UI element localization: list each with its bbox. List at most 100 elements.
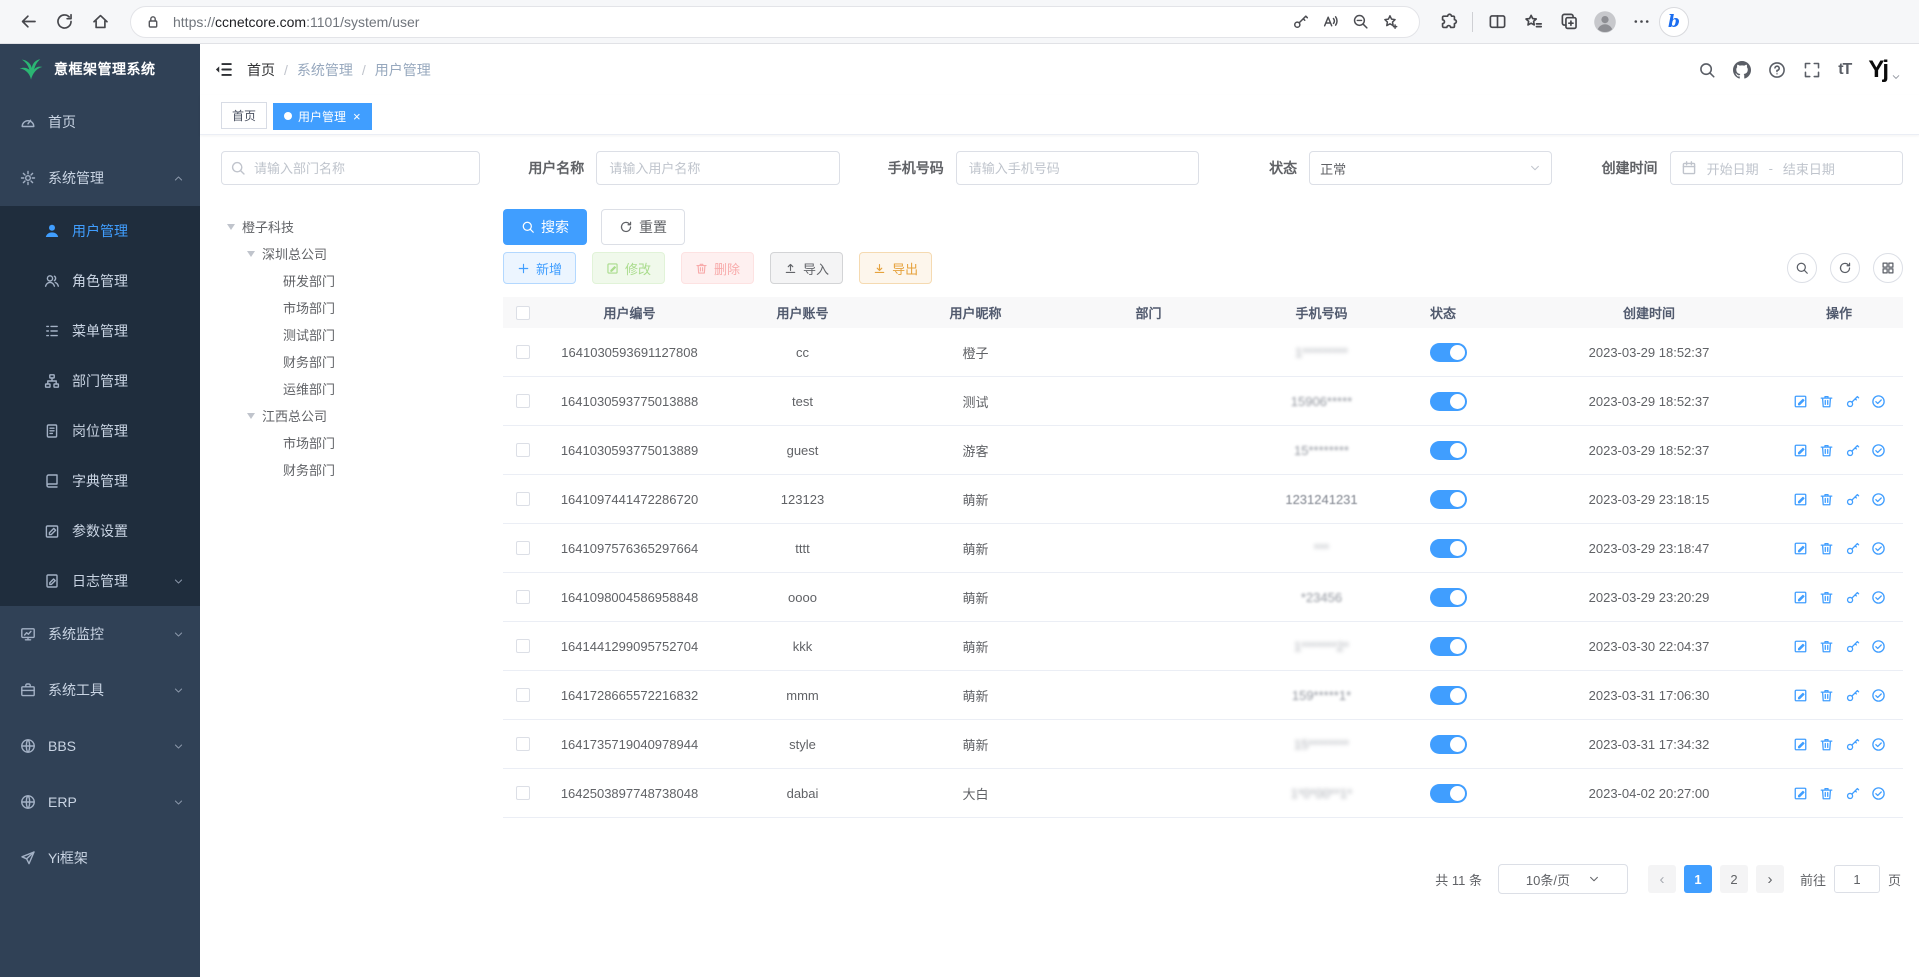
row-checkbox[interactable] xyxy=(516,786,530,800)
status-toggle[interactable] xyxy=(1430,735,1467,754)
reset-button[interactable]: 重置 xyxy=(601,209,685,245)
mod-button[interactable]: 修改 xyxy=(592,252,665,284)
del-button[interactable]: 删除 xyxy=(681,252,754,284)
status-toggle[interactable] xyxy=(1430,588,1467,607)
sidebar-item-系统工具[interactable]: 系统工具 xyxy=(0,662,200,718)
status-toggle[interactable] xyxy=(1430,784,1467,803)
sidebar-item-BBS[interactable]: BBS xyxy=(0,718,200,774)
password-key-icon[interactable] xyxy=(1285,7,1315,37)
tree-node-财务部门[interactable]: 财务部门 xyxy=(221,456,481,483)
favorite-add-icon[interactable] xyxy=(1375,7,1405,37)
edit-user-icon[interactable] xyxy=(1793,590,1808,605)
url-text[interactable]: https://ccnetcore.com:1101/system/user xyxy=(173,14,1285,30)
delete-user-icon[interactable] xyxy=(1819,737,1834,752)
tab-首页[interactable]: 首页 xyxy=(221,102,267,129)
sidebar-item-参数设置[interactable]: 参数设置 xyxy=(0,506,200,556)
row-checkbox[interactable] xyxy=(516,541,530,555)
delete-user-icon[interactable] xyxy=(1819,541,1834,556)
sidebar-item-系统管理[interactable]: 系统管理 xyxy=(0,150,200,206)
add-button[interactable]: 新增 xyxy=(503,252,576,284)
tree-node-研发部门[interactable]: 研发部门 xyxy=(221,267,481,294)
select-all-checkbox[interactable] xyxy=(516,306,530,320)
delete-user-icon[interactable] xyxy=(1819,492,1834,507)
zoom-out-icon[interactable] xyxy=(1345,7,1375,37)
status-toggle[interactable] xyxy=(1430,441,1467,460)
search-icon[interactable] xyxy=(1698,61,1716,79)
prev-page-button[interactable]: ‹ xyxy=(1648,865,1676,893)
tab-用户管理[interactable]: 用户管理× xyxy=(273,103,372,130)
delete-user-icon[interactable] xyxy=(1819,688,1834,703)
row-checkbox[interactable] xyxy=(516,345,530,359)
tree-node-市场部门[interactable]: 市场部门 xyxy=(221,294,481,321)
tree-node-深圳总公司[interactable]: 深圳总公司 xyxy=(221,240,481,267)
row-checkbox[interactable] xyxy=(516,443,530,457)
edit-user-icon[interactable] xyxy=(1793,541,1808,556)
edit-user-icon[interactable] xyxy=(1793,443,1808,458)
tree-expand-caret-icon[interactable] xyxy=(247,413,255,419)
status-toggle[interactable] xyxy=(1430,490,1467,509)
edit-user-icon[interactable] xyxy=(1793,737,1808,752)
search-tool-icon[interactable] xyxy=(1787,253,1817,283)
reset-password-icon[interactable] xyxy=(1845,394,1860,409)
sidebar-item-首页[interactable]: 首页 xyxy=(0,94,200,150)
sidebar-item-字典管理[interactable]: 字典管理 xyxy=(0,456,200,506)
edit-user-icon[interactable] xyxy=(1793,639,1808,654)
extensions-icon[interactable] xyxy=(1430,4,1466,40)
github-icon[interactable] xyxy=(1733,61,1751,79)
phone-input[interactable] xyxy=(956,151,1199,185)
sidebar-item-Yi框架[interactable]: Yi框架 xyxy=(0,830,200,886)
page-button-1[interactable]: 1 xyxy=(1684,865,1712,893)
tree-node-市场部门[interactable]: 市场部门 xyxy=(221,429,481,456)
font-size-icon[interactable]: tT xyxy=(1838,61,1851,79)
edit-user-icon[interactable] xyxy=(1793,394,1808,409)
sidebar-item-部门管理[interactable]: 部门管理 xyxy=(0,356,200,406)
assign-role-icon[interactable] xyxy=(1871,737,1886,752)
delete-user-icon[interactable] xyxy=(1819,394,1834,409)
dept-search-input[interactable] xyxy=(221,151,480,185)
row-checkbox[interactable] xyxy=(516,394,530,408)
reset-password-icon[interactable] xyxy=(1845,590,1860,605)
menu-fold-icon[interactable] xyxy=(214,60,233,79)
tree-node-测试部门[interactable]: 测试部门 xyxy=(221,321,481,348)
reset-password-icon[interactable] xyxy=(1845,737,1860,752)
back-icon[interactable] xyxy=(10,4,46,40)
page-size-select[interactable]: 10条/页 xyxy=(1498,864,1628,894)
reset-password-icon[interactable] xyxy=(1845,541,1860,556)
edit-user-icon[interactable] xyxy=(1793,688,1808,703)
lock-icon[interactable] xyxy=(145,14,161,30)
read-aloud-icon[interactable] xyxy=(1315,7,1345,37)
status-toggle[interactable] xyxy=(1430,392,1467,411)
row-checkbox[interactable] xyxy=(516,737,530,751)
edit-user-icon[interactable] xyxy=(1793,786,1808,801)
reset-password-icon[interactable] xyxy=(1845,443,1860,458)
page-button-2[interactable]: 2 xyxy=(1720,865,1748,893)
sidebar-item-岗位管理[interactable]: 岗位管理 xyxy=(0,406,200,456)
row-checkbox[interactable] xyxy=(516,639,530,653)
split-screen-icon[interactable] xyxy=(1479,4,1515,40)
tree-node-运维部门[interactable]: 运维部门 xyxy=(221,375,481,402)
assign-role-icon[interactable] xyxy=(1871,492,1886,507)
delete-user-icon[interactable] xyxy=(1819,590,1834,605)
reload-icon[interactable] xyxy=(46,4,82,40)
status-toggle[interactable] xyxy=(1430,539,1467,558)
fullscreen-icon[interactable] xyxy=(1803,61,1821,79)
search-button[interactable]: 搜索 xyxy=(503,209,587,245)
status-toggle[interactable] xyxy=(1430,637,1467,656)
favorites-icon[interactable] xyxy=(1515,4,1551,40)
tree-node-橙子科技[interactable]: 橙子科技 xyxy=(221,213,481,240)
more-menu-icon[interactable] xyxy=(1623,4,1659,40)
profile-avatar-icon[interactable] xyxy=(1587,4,1623,40)
tree-node-江西总公司[interactable]: 江西总公司 xyxy=(221,402,481,429)
sidebar-item-用户管理[interactable]: 用户管理 xyxy=(0,206,200,256)
assign-role-icon[interactable] xyxy=(1871,639,1886,654)
collections-icon[interactable] xyxy=(1551,4,1587,40)
delete-user-icon[interactable] xyxy=(1819,786,1834,801)
next-page-button[interactable]: › xyxy=(1756,865,1784,893)
grid-columns-icon[interactable] xyxy=(1873,253,1903,283)
row-checkbox[interactable] xyxy=(516,688,530,702)
assign-role-icon[interactable] xyxy=(1871,443,1886,458)
sidebar-item-角色管理[interactable]: 角色管理 xyxy=(0,256,200,306)
copilot-icon[interactable]: b xyxy=(1659,7,1689,37)
assign-role-icon[interactable] xyxy=(1871,541,1886,556)
assign-role-icon[interactable] xyxy=(1871,394,1886,409)
